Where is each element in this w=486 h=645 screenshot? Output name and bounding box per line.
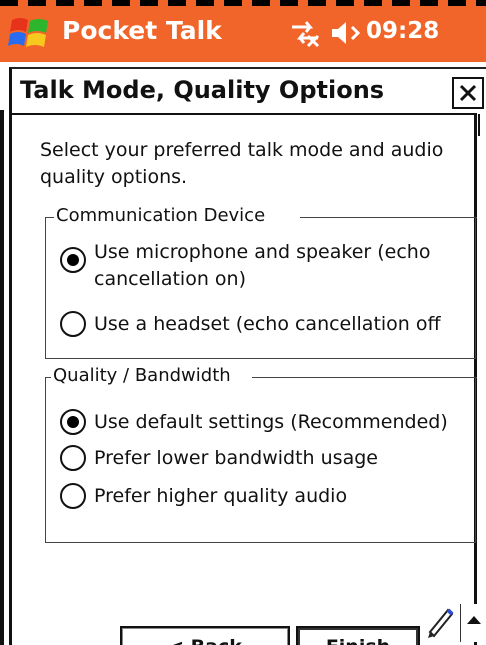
pen-icon[interactable] — [424, 602, 458, 642]
radio-lower-bandwidth[interactable]: Prefer lower bandwidth usage — [60, 445, 460, 475]
radio-mic-speaker[interactable]: Use microphone and speaker (echo cancell… — [60, 239, 460, 295]
group-border — [252, 377, 477, 378]
back-button[interactable]: < Back — [120, 626, 290, 645]
radio-label: Use a headset (echo cancellation off — [94, 313, 441, 335]
windows-start-icon[interactable] — [8, 14, 52, 52]
radio-button-checked[interactable] — [60, 409, 86, 435]
quality-bandwidth-group: Quality / Bandwidth Use default settings… — [45, 365, 477, 543]
intro-text: Select your preferred talk mode and audi… — [40, 139, 444, 188]
radio-button[interactable] — [60, 445, 86, 471]
radio-button-checked[interactable] — [60, 247, 86, 273]
app-title[interactable]: Pocket Talk — [62, 16, 222, 45]
scroll-indicator — [478, 114, 480, 136]
scroll-up-button[interactable] — [460, 604, 486, 642]
screen: Pocket Talk 09:28 Talk Mode, Quality Opt… — [0, 0, 486, 645]
radio-label: Prefer lower bandwidth usage — [94, 447, 378, 469]
close-icon — [459, 84, 477, 102]
finish-button[interactable]: Finish — [296, 626, 420, 645]
speaker-icon[interactable] — [330, 19, 364, 47]
radio-higher-quality[interactable]: Prefer higher quality audio — [60, 483, 460, 513]
screen-left-border — [0, 110, 4, 645]
communication-device-legend: Communication Device — [54, 205, 268, 226]
close-button[interactable] — [452, 77, 484, 109]
back-button-label: < Back — [168, 636, 242, 645]
group-border — [46, 217, 54, 218]
radio-label: Use default settings (Recommended) — [94, 411, 448, 433]
status-bar: Pocket Talk 09:28 — [0, 0, 486, 62]
finish-button-label: Finish — [326, 636, 390, 645]
status-bar-top-edge — [0, 0, 486, 6]
radio-default-settings[interactable]: Use default settings (Recommended) — [60, 409, 460, 439]
radio-label: Prefer higher quality audio — [94, 485, 348, 507]
dialog-title: Talk Mode, Quality Options — [20, 76, 385, 104]
up-arrow-icon — [467, 616, 481, 624]
radio-button[interactable] — [60, 311, 86, 337]
clock[interactable]: 09:28 — [366, 18, 439, 44]
quality-bandwidth-legend: Quality / Bandwidth — [51, 365, 233, 386]
radio-label: Use microphone and speaker (echo cancell… — [94, 241, 431, 290]
dialog-body: Select your preferred talk mode and audi… — [9, 113, 477, 645]
radio-button[interactable] — [60, 483, 86, 509]
radio-headset[interactable]: Use a headset (echo cancellation off — [60, 311, 470, 341]
group-border — [300, 217, 477, 218]
sync-icon[interactable] — [288, 18, 322, 48]
communication-device-group: Communication Device Use microphone and … — [45, 205, 477, 359]
dialog-titlebar: Talk Mode, Quality Options — [9, 67, 486, 113]
